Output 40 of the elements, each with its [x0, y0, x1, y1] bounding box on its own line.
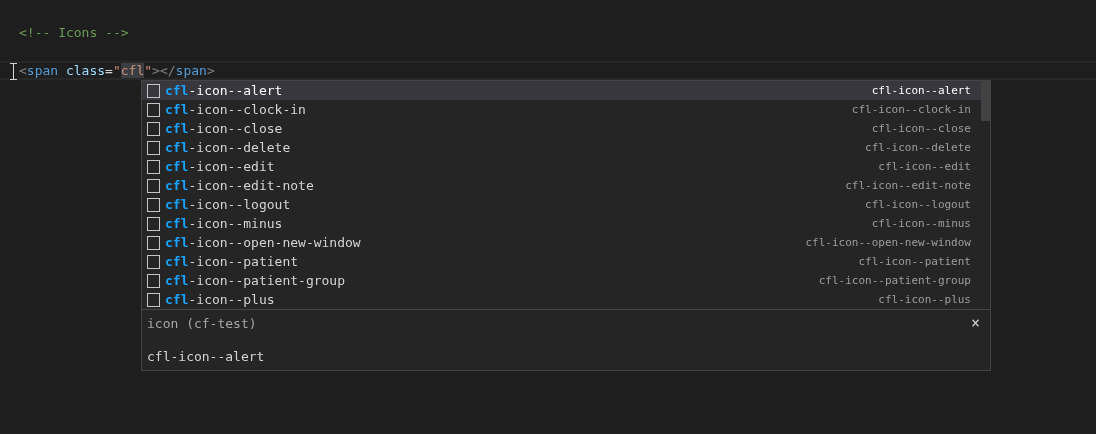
code-token: =	[105, 63, 113, 78]
close-button[interactable]: ×	[966, 314, 984, 332]
suggestion-item[interactable]: cfl-icon--plus cfl-icon--plus	[142, 290, 981, 309]
square-icon	[147, 292, 160, 307]
code-token: <	[19, 63, 27, 78]
suggestion-item[interactable]: cfl-icon--delete cfl-icon--delete	[142, 138, 981, 157]
suggestion-item[interactable]: cfl-icon--edit cfl-icon--edit	[142, 157, 981, 176]
suggestion-item[interactable]: cfl-icon--logout cfl-icon--logout	[142, 195, 981, 214]
text-select-cursor-icon	[10, 63, 17, 80]
details-title: icon (cf-test)	[147, 315, 257, 331]
code-token: "	[112, 63, 121, 78]
square-icon	[147, 235, 160, 250]
code-token: class	[64, 63, 106, 78]
square-icon	[147, 216, 160, 231]
suggestion-item[interactable]: cfl-icon--alert cfl-icon--alert	[142, 81, 981, 100]
suggestion-item[interactable]: cfl-icon--open-new-window cfl-icon--open-new-window	[142, 233, 981, 252]
code-token: <!-- Icons -->	[19, 25, 129, 40]
code-token: cfl	[120, 63, 145, 78]
square-icon	[147, 178, 160, 193]
square-icon	[147, 140, 160, 155]
code-token: ></	[152, 63, 176, 78]
code-token: span	[175, 63, 207, 78]
square-icon	[147, 159, 160, 174]
suggestion-item[interactable]: cfl-icon--minus cfl-icon--minus	[142, 214, 981, 233]
square-icon	[147, 254, 160, 269]
suggestion-item[interactable]: cfl-icon--clock-in cfl-icon--clock-in	[142, 100, 981, 119]
code-token: "	[144, 63, 153, 78]
details-documentation: cfl-icon--alert	[147, 349, 266, 364]
suggestion-item[interactable]: cfl-icon--edit-note cfl-icon--edit-note	[142, 176, 981, 195]
square-icon	[147, 197, 160, 212]
square-icon	[147, 83, 160, 98]
code-token: >	[206, 63, 215, 78]
square-icon	[147, 102, 160, 117]
suggestion-item[interactable]: cfl-icon--patient cfl-icon--patient	[142, 252, 981, 271]
square-icon	[147, 121, 160, 136]
scrollbar-thumb[interactable]	[981, 81, 990, 121]
suggestion-item[interactable]: cfl-icon--close cfl-icon--close	[142, 119, 981, 138]
square-icon	[147, 273, 160, 288]
suggestion-item[interactable]: cfl-icon--patient-group cfl-icon--patient-group	[142, 271, 981, 290]
code-token: span	[26, 63, 59, 78]
